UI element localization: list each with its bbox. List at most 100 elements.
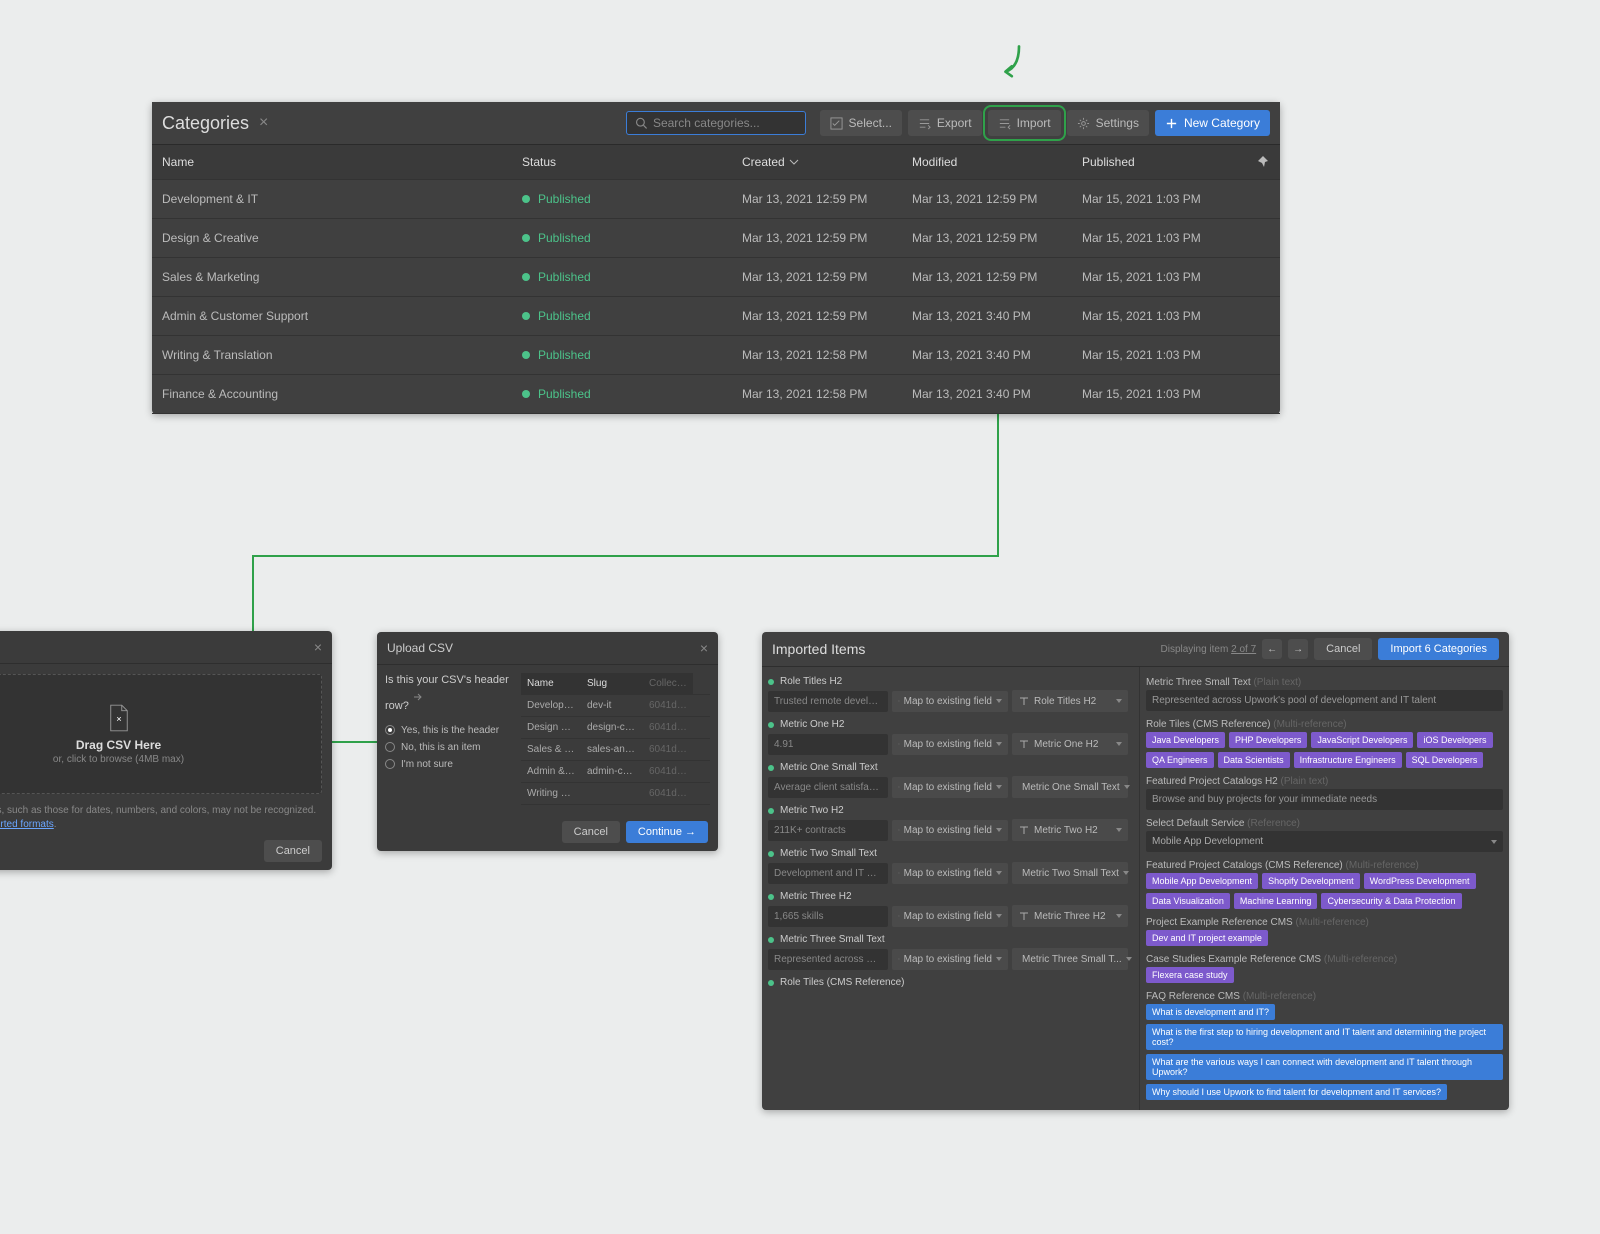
reference-tag[interactable]: Why should I use Upwork to find talent f… (1146, 1084, 1447, 1100)
table-row[interactable]: Writing & Translation Published Mar 13, … (152, 336, 1280, 375)
table-row[interactable]: Sales & Marketing Published Mar 13, 2021… (152, 258, 1280, 297)
field-value-preview: 1,665 skills (768, 906, 888, 927)
csv-drop-area[interactable]: Drag CSV Here or, click to browse (4MB m… (0, 674, 322, 794)
header-row-question: Is this your CSV's header row? (385, 673, 513, 714)
reference-tag[interactable]: Data Scientists (1218, 752, 1290, 768)
checkbox-icon (830, 117, 843, 130)
preview-row: Writing & T...6041dadc... (521, 783, 710, 805)
search-input[interactable] (653, 116, 797, 130)
map-to-field-select[interactable]: Map to existing field (892, 691, 1008, 712)
map-to-field-select[interactable]: Map to existing field (892, 949, 1008, 970)
reference-tag[interactable]: Mobile App Development (1146, 873, 1258, 889)
arrow-right-icon (898, 782, 900, 792)
table-row[interactable]: Finance & Accounting Published Mar 13, 2… (152, 375, 1280, 414)
field-label: Featured Project Catalogs (CMS Reference… (1146, 856, 1503, 873)
export-icon (918, 117, 931, 130)
text-icon (1018, 910, 1030, 922)
default-service-select[interactable]: Mobile App Development (1146, 831, 1503, 852)
file-icon (108, 704, 130, 732)
target-field-select[interactable]: Metric Three H2 (1012, 905, 1128, 927)
reference-tag[interactable]: Flexera case study (1146, 967, 1234, 983)
new-category-button[interactable]: New Category (1155, 110, 1270, 136)
reference-tag[interactable]: iOS Developers (1417, 732, 1492, 748)
col-modified[interactable]: Modified (912, 155, 1082, 169)
prev-item-button[interactable]: ← (1262, 639, 1282, 659)
close-icon[interactable]: × (259, 114, 268, 132)
arrow-right-icon (898, 868, 900, 878)
arrow-down-icon (990, 42, 1030, 78)
target-field-select[interactable]: Role Titles H2 (1012, 690, 1128, 712)
cell-published: Mar 15, 2021 1:03 PM (1082, 309, 1270, 323)
next-item-button[interactable]: → (1288, 639, 1308, 659)
csv-preview-table: Name Slug Collection ID Developm...dev-i… (521, 673, 710, 805)
mapping-field-group: Role Tiles (CMS Reference) (768, 974, 1133, 991)
reference-tag[interactable]: SQL Developers (1406, 752, 1484, 768)
arrow-right-icon (898, 739, 900, 749)
modal-title: Upload CSV (387, 641, 453, 655)
reference-tag[interactable]: Dev and IT project example (1146, 930, 1268, 946)
reference-tag[interactable]: WordPress Development (1364, 873, 1476, 889)
cell-status: Published (522, 192, 742, 206)
radio-no-item[interactable]: No, this is an item (385, 739, 513, 756)
reference-tag[interactable]: Cybersecurity & Data Protection (1321, 893, 1461, 909)
field-value: Represented across Upwork's pool of deve… (1146, 690, 1503, 711)
table-row[interactable]: Design & Creative Published Mar 13, 2021… (152, 219, 1280, 258)
preview-row: Developm...dev-it6041dadc... (521, 695, 710, 717)
arrow-right-icon (898, 696, 900, 706)
arrow-right-icon (898, 825, 900, 835)
target-field-select[interactable]: Metric One Small Text (1012, 776, 1128, 798)
drop-title: Drag CSV Here (76, 738, 161, 752)
radio-yes-header[interactable]: Yes, this is the header (385, 722, 513, 739)
target-field-select[interactable]: Metric One H2 (1012, 733, 1128, 755)
cell-status: Published (522, 348, 742, 362)
cell-status: Published (522, 387, 742, 401)
mapping-field-group: Metric Two H2 211K+ contracts Map to exi… (768, 802, 1133, 841)
map-to-field-select[interactable]: Map to existing field (892, 734, 1008, 755)
col-status[interactable]: Status (522, 155, 742, 169)
reference-tag[interactable]: PHP Developers (1229, 732, 1307, 748)
reference-tag[interactable]: QA Engineers (1146, 752, 1214, 768)
reference-tag[interactable]: Java Developers (1146, 732, 1225, 748)
cancel-button[interactable]: Cancel (562, 821, 620, 843)
cancel-button[interactable]: Cancel (1314, 638, 1372, 660)
table-row[interactable]: Development & IT Published Mar 13, 2021 … (152, 180, 1280, 219)
reference-tag[interactable]: Data Visualization (1146, 893, 1230, 909)
reference-tag[interactable]: Shopify Development (1262, 873, 1360, 889)
close-icon[interactable]: × (700, 640, 708, 656)
table-row[interactable]: Admin & Customer Support Published Mar 1… (152, 297, 1280, 336)
settings-button[interactable]: Settings (1067, 110, 1149, 136)
reference-tag[interactable]: Machine Learning (1234, 893, 1318, 909)
field-label: Metric Three Small Text (768, 931, 1133, 948)
cell-published: Mar 15, 2021 1:03 PM (1082, 231, 1270, 245)
cell-name: Design & Creative (162, 231, 522, 245)
map-to-field-select[interactable]: Map to existing field (892, 863, 1008, 884)
export-button[interactable]: Export (908, 110, 982, 136)
select-button[interactable]: Select... (820, 110, 902, 136)
reference-tag[interactable]: JavaScript Developers (1311, 732, 1413, 748)
col-published[interactable]: Published (1082, 155, 1270, 169)
reference-tag[interactable]: What are the various ways I can connect … (1146, 1054, 1503, 1080)
col-created[interactable]: Created (742, 155, 912, 169)
radio-not-sure[interactable]: I'm not sure (385, 756, 513, 773)
continue-button[interactable]: Continue → (626, 821, 708, 843)
pin-icon[interactable] (1256, 155, 1270, 169)
import-button[interactable]: Import (988, 110, 1061, 136)
cancel-button[interactable]: Cancel (264, 840, 322, 862)
search-input-wrap[interactable] (626, 111, 806, 135)
col-name[interactable]: Name (162, 155, 522, 169)
target-field-select[interactable]: Metric Two H2 (1012, 819, 1128, 841)
target-field-select[interactable]: Metric Two Small Text (1012, 862, 1128, 884)
reference-tag[interactable]: What is the first step to hiring develop… (1146, 1024, 1503, 1050)
reference-tag[interactable]: What is development and IT? (1146, 1004, 1275, 1020)
target-field-select[interactable]: Metric Three Small T... (1012, 948, 1128, 970)
map-to-field-select[interactable]: Map to existing field (892, 777, 1008, 798)
cell-created: Mar 13, 2021 12:59 PM (742, 270, 912, 284)
map-to-field-select[interactable]: Map to existing field (892, 820, 1008, 841)
close-icon[interactable]: × (314, 639, 322, 655)
cell-created: Mar 13, 2021 12:59 PM (742, 309, 912, 323)
import-categories-button[interactable]: Import 6 Categories (1378, 638, 1499, 660)
learn-formats-link[interactable]: Learn about supported formats (0, 819, 54, 830)
reference-tag[interactable]: Infrastructure Engineers (1294, 752, 1402, 768)
cell-published: Mar 15, 2021 1:03 PM (1082, 387, 1270, 401)
map-to-field-select[interactable]: Map to existing field (892, 906, 1008, 927)
